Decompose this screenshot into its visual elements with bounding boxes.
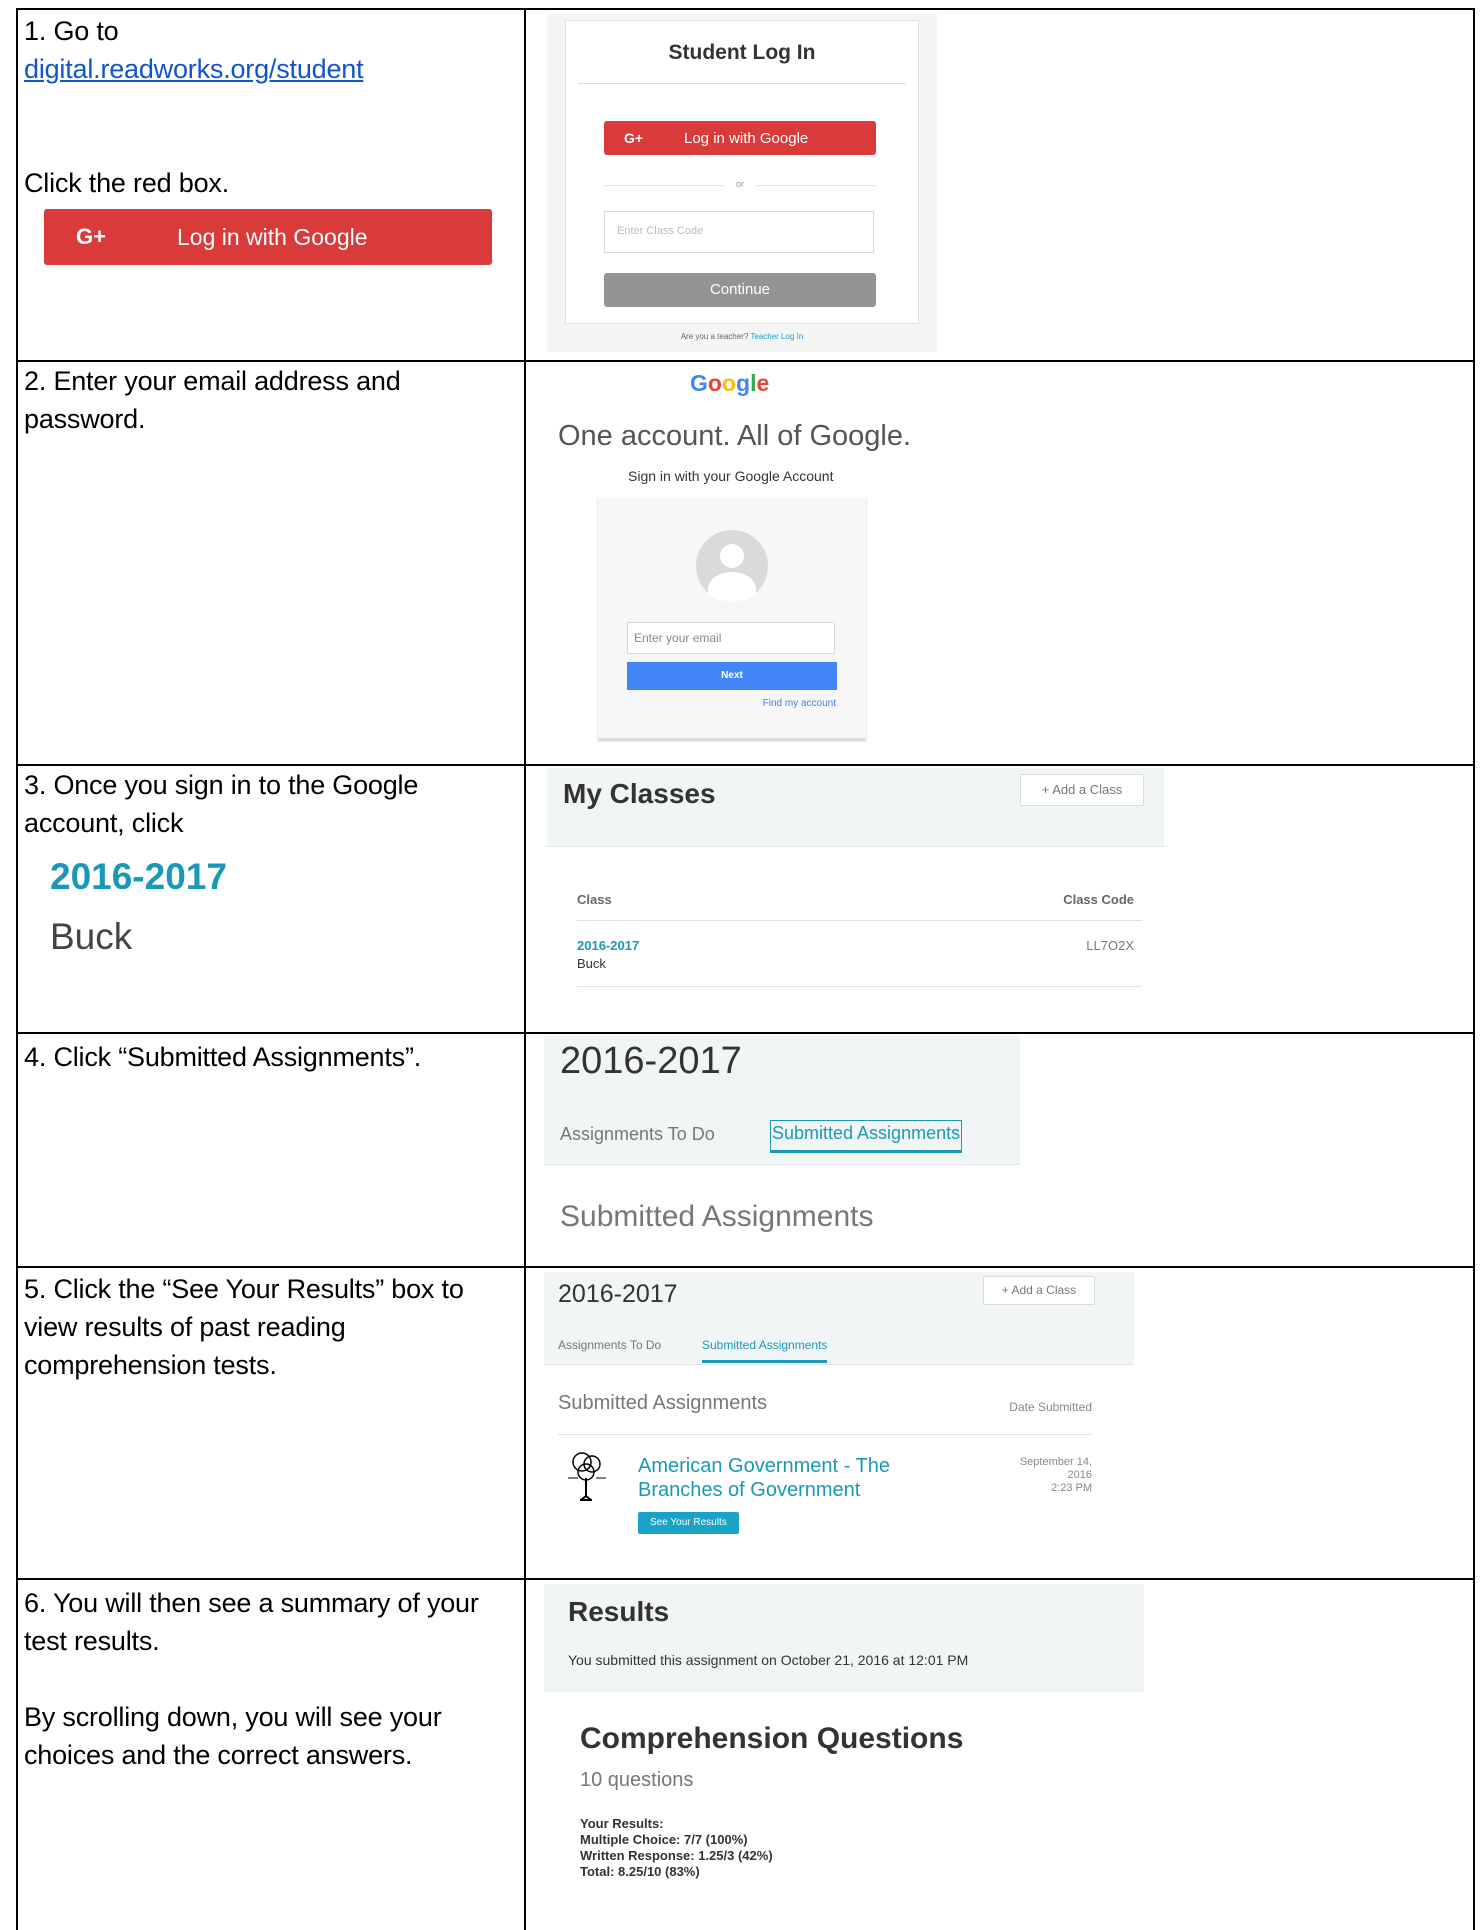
tab-assignments-to-do[interactable]: Assignments To Do <box>558 1338 661 1352</box>
step-text-2: Click the red box. <box>24 168 229 198</box>
submission-date: September 14, 2016 2:23 PM <box>1019 1456 1092 1494</box>
results-screenshot: Results You submitted this assignment on… <box>544 1584 1144 1930</box>
readworks-link[interactable]: digital.readworks.org/student <box>24 54 364 84</box>
row-divider-3 <box>16 1032 1475 1034</box>
tree-illustration-icon <box>568 1452 606 1501</box>
step-3-instructions: 3. Once you sign in to the Google accoun… <box>24 766 514 842</box>
teacher-login-line: Are you a teacher? Teacher Log In <box>547 332 937 341</box>
tab-submitted-assignments[interactable]: Submitted Assignments <box>770 1120 963 1153</box>
step-text: Enter your email address and password. <box>24 366 401 434</box>
table-border-left <box>16 8 18 1930</box>
page-title: My Classes <box>563 778 716 809</box>
class-link[interactable]: 2016-2017 <box>577 938 639 953</box>
step-text: Once you sign in to the Google account, … <box>24 770 419 838</box>
class-code-input[interactable]: Enter Class Code <box>604 211 874 253</box>
my-classes-screenshot: My Classes + Add a Class Class Class Cod… <box>547 768 1164 990</box>
google-plus-icon: G+ <box>76 224 106 249</box>
avatar-icon <box>696 530 768 602</box>
date-submitted-header: Date Submitted <box>1009 1400 1092 1414</box>
column-header-class: Class <box>577 892 612 907</box>
login-title: Student Log In <box>668 41 816 64</box>
row-divider-5 <box>16 1578 1475 1580</box>
next-button[interactable]: Next <box>627 662 837 690</box>
find-account-link[interactable]: Find my account <box>763 698 836 709</box>
divider <box>578 83 906 84</box>
google-login-button[interactable]: G+ Log in with Google <box>604 121 876 155</box>
continue-button[interactable]: Continue <box>604 273 876 307</box>
big-teacher-name: Buck <box>50 916 133 957</box>
total-score: Total: 8.25/10 (83%) <box>580 1864 700 1879</box>
class-title: 2016-2017 <box>560 1040 742 1082</box>
step-text: You will then see a summary of your test… <box>24 1588 479 1656</box>
step-number: 4. <box>24 1042 47 1072</box>
row-divider-4 <box>16 1266 1475 1268</box>
student-login-screenshot: Student Log In G+ Log in with Google or … <box>547 14 937 352</box>
login-card: Student Log In G+ Log in with Google or … <box>565 20 919 324</box>
assignment-title-link[interactable]: American Government - The Branches of Go… <box>638 1454 938 1502</box>
tab-assignments-to-do[interactable]: Assignments To Do <box>560 1124 715 1145</box>
results-title: Results <box>568 1596 670 1627</box>
results-label: Your Results: <box>580 1816 664 1831</box>
table-border-top <box>16 8 1475 10</box>
step-4-instructions: 4. Click “Submitted Assignments”. <box>24 1038 514 1076</box>
button-label: Log in with Google <box>684 129 809 147</box>
big-class-name: 2016-2017 <box>50 856 227 897</box>
step-number: 1. <box>24 16 47 46</box>
button-label: Log in with Google <box>177 223 368 250</box>
table-rule <box>577 920 1142 921</box>
step-text: Click “Submitted Assignments”. <box>53 1042 422 1072</box>
email-field[interactable]: Enter your email <box>627 622 835 654</box>
class-code: LL7O2X <box>1086 938 1134 953</box>
step-number: 6. <box>24 1588 47 1618</box>
google-plus-icon: G+ <box>624 130 644 146</box>
google-logo: Google <box>690 370 770 396</box>
submitted-assignments-screenshot: 2016-2017 + Add a Class Assignments To D… <box>544 1272 1134 1540</box>
column-header-class-code: Class Code <box>1063 892 1134 907</box>
teacher-login-link[interactable]: Teacher Log In <box>750 332 803 341</box>
signin-card: Enter your email Next Find my account <box>598 498 866 740</box>
column-divider <box>524 8 526 1930</box>
question-count: 10 questions <box>580 1769 694 1791</box>
section-title: Comprehension Questions <box>580 1722 964 1755</box>
or-separator: or <box>604 179 876 189</box>
step-5-instructions: 5. Click the “See Your Results” box to v… <box>24 1270 514 1384</box>
big-google-login-button: G+ Log in with Google <box>44 209 492 265</box>
tab-submitted-assignments[interactable]: Submitted Assignments <box>702 1338 828 1363</box>
submitted-on-text: You submitted this assignment on October… <box>568 1652 969 1668</box>
google-signin-screenshot: Google One account. All of Google. Sign … <box>540 362 1020 752</box>
class-title: 2016-2017 <box>558 1280 678 1308</box>
table-rule <box>577 986 1142 987</box>
step-1-instructions: 1. Go to digital.readworks.org/student C… <box>24 12 514 202</box>
step-text: Click the “See Your Results” box to view… <box>24 1274 464 1380</box>
step-text-2: By scrolling down, you will see your cho… <box>24 1702 442 1770</box>
class-teacher: Buck <box>577 956 606 971</box>
section-title: Submitted Assignments <box>560 1200 874 1233</box>
step-number: 3. <box>24 770 47 800</box>
google-heading: One account. All of Google. <box>558 420 912 452</box>
step-2-instructions: 2. Enter your email address and password… <box>24 362 514 438</box>
teacher-question: Are you a teacher? <box>680 332 749 341</box>
table-border-right <box>1473 8 1475 1930</box>
add-class-button[interactable]: + Add a Class <box>1020 774 1144 806</box>
class-tabs-screenshot: 2016-2017 Assignments To Do Submitted As… <box>544 1036 1020 1242</box>
section-title: Submitted Assignments <box>558 1392 767 1414</box>
step-number: 2. <box>24 366 47 396</box>
multiple-choice-score: Multiple Choice: 7/7 (100%) <box>580 1832 748 1847</box>
see-your-results-button[interactable]: See Your Results <box>638 1512 739 1534</box>
step-6-instructions: 6. You will then see a summary of your t… <box>24 1584 514 1774</box>
results-summary: Your Results: Multiple Choice: 7/7 (100%… <box>580 1816 773 1880</box>
step-text: Go to <box>53 16 119 46</box>
written-response-score: Written Response: 1.25/3 (42%) <box>580 1848 773 1863</box>
add-class-button[interactable]: + Add a Class <box>983 1276 1095 1305</box>
step-number: 5. <box>24 1274 47 1304</box>
google-subheading: Sign in with your Google Account <box>628 468 834 484</box>
divider <box>558 1434 1092 1435</box>
